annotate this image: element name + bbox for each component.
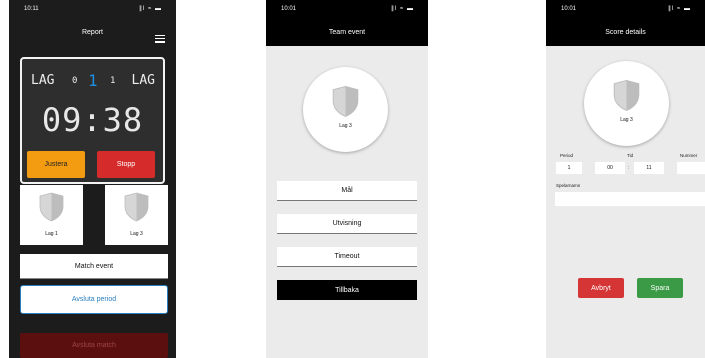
- period-input[interactable]: 1: [556, 162, 582, 174]
- shield-icon: [613, 80, 640, 112]
- back-button[interactable]: Tillbaka: [277, 280, 417, 300]
- goal-button[interactable]: Mål: [277, 181, 417, 201]
- player-name-label: Spelarnamn: [556, 183, 581, 188]
- status-bar: 10:01 ∥l ≈ ▬: [266, 0, 428, 18]
- page-title: Team event: [328, 28, 366, 36]
- status-bar: 10:11 ∥l ≈ ▬: [9, 0, 176, 18]
- cancel-button[interactable]: Avbryt: [578, 278, 624, 298]
- status-bar: 10:01 ∥l ≈ ▬: [546, 0, 705, 18]
- team-badge: Lag 3: [303, 67, 388, 152]
- page-title: Score details: [605, 28, 646, 36]
- status-icons: ∥l ≈ ▬: [668, 6, 691, 12]
- shield-icon: [39, 192, 64, 222]
- penalty-button[interactable]: Utvisning: [277, 214, 417, 234]
- away-score: 1: [110, 76, 116, 86]
- team-card-home[interactable]: Lag 1: [20, 185, 83, 245]
- team-card-away[interactable]: Lag 3: [105, 185, 168, 245]
- stop-button[interactable]: Stopp: [97, 151, 155, 178]
- status-time: 10:01: [561, 6, 577, 12]
- save-button[interactable]: Spara: [637, 278, 683, 298]
- team-name: Lag 3: [339, 123, 352, 129]
- number-label: Nummer: [680, 153, 698, 158]
- team-event-screen: 10:01 ∥l ≈ ▬ Team event Lag 3 Mål Utvisn…: [266, 0, 428, 358]
- report-screen: 10:11 ∥l ≈ ▬ Report LAG 0 1 1 LAG 09:38 …: [9, 0, 176, 358]
- end-period-button[interactable]: Avsluta period: [20, 285, 168, 314]
- adjust-button[interactable]: Justera: [27, 151, 85, 178]
- home-score: 0: [72, 76, 78, 86]
- page-title: Report: [81, 28, 103, 36]
- score-details-screen: 10:01 ∥l ≈ ▬ Score details Lag 3 Period …: [546, 0, 705, 358]
- game-clock: 09:38: [41, 101, 144, 139]
- period-indicator: 1: [88, 71, 98, 90]
- time-label: Tid: [627, 153, 634, 158]
- seconds-input[interactable]: 11: [634, 162, 664, 174]
- period-label: Period: [560, 153, 574, 158]
- minutes-input[interactable]: 00: [595, 162, 625, 174]
- time-separator: :: [628, 165, 630, 171]
- player-name-input[interactable]: [555, 192, 705, 206]
- menu-icon[interactable]: [155, 33, 165, 45]
- status-time: 10:01: [281, 6, 297, 12]
- score-row: LAG 0 1 1 LAG: [22, 71, 163, 90]
- status-icons: ∥l ≈ ▬: [139, 6, 162, 12]
- team-badge: Lag 3: [584, 61, 669, 146]
- away-team-label: LAG: [131, 73, 155, 88]
- number-input[interactable]: [677, 162, 705, 174]
- team-name: Lag 3: [620, 117, 633, 123]
- status-time: 10:11: [24, 6, 39, 12]
- shield-icon: [124, 192, 149, 222]
- status-icons: ∥l ≈ ▬: [391, 6, 414, 12]
- timeout-button[interactable]: Timeout: [277, 247, 417, 267]
- scoreboard: LAG 0 1 1 LAG 09:38 Justera Stopp: [20, 57, 165, 184]
- match-event-button[interactable]: Match event: [20, 254, 168, 279]
- shield-icon: [332, 86, 359, 118]
- home-team-label: LAG: [31, 73, 55, 88]
- team-card-label: Lag 1: [45, 231, 58, 237]
- team-card-label: Lag 3: [130, 231, 143, 237]
- end-match-button[interactable]: Avsluta match: [20, 333, 168, 358]
